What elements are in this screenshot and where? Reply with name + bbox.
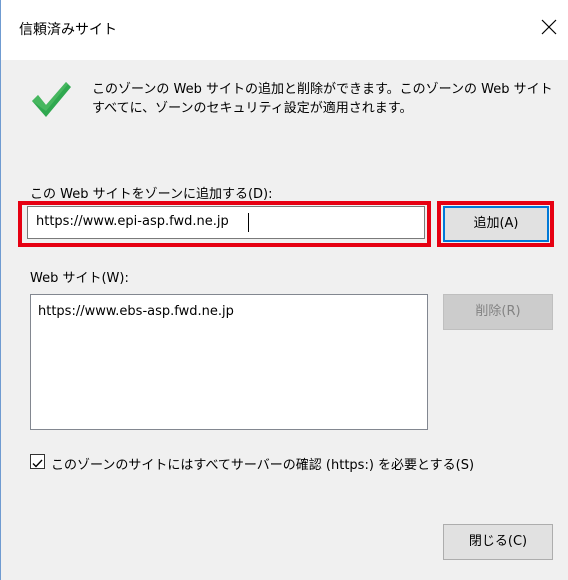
description-line-1: このゾーンの Web サイトの追加と削除ができます。このゾーンの Web サイト <box>92 82 553 97</box>
description-line-2: すべてに、ゾーンのセキュリティ設定が適用されます。 <box>92 101 413 116</box>
dialog-title: 信頼済みサイト <box>19 22 117 38</box>
websites-list[interactable]: https://www.ebs-asp.fwd.ne.jp <box>30 294 428 430</box>
checkmark-small-icon <box>32 459 43 468</box>
add-button-label: 追加(A) <box>473 216 519 231</box>
site-url-input-value: https://www.epi-asp.fwd.ne.jp <box>36 214 229 229</box>
zone-description: このゾーンの Web サイトの追加と削除ができます。このゾーンの Web サイト… <box>92 80 562 118</box>
text-caret <box>248 213 249 232</box>
window-border <box>0 0 1 580</box>
add-button[interactable]: 追加(A) <box>443 206 549 242</box>
require-https-checkbox[interactable] <box>30 454 45 469</box>
checkmark-icon <box>32 82 71 117</box>
close-button[interactable]: 閉じる(C) <box>443 524 553 560</box>
close-icon[interactable] <box>539 17 559 37</box>
remove-button[interactable]: 削除(R) <box>443 294 553 330</box>
remove-button-label: 削除(R) <box>475 304 521 319</box>
list-item[interactable]: https://www.ebs-asp.fwd.ne.jp <box>38 304 234 319</box>
require-https-label[interactable]: このゾーンのサイトにはすべてサーバーの確認 (https:) を必要とする(S) <box>51 454 474 473</box>
site-url-input[interactable]: https://www.epi-asp.fwd.ne.jp <box>27 206 425 239</box>
websites-label: Web サイト(W): <box>30 271 129 286</box>
title-bar: 信頼済みサイト <box>0 0 568 60</box>
add-site-label: この Web サイトをゾーンに追加する(D): <box>30 187 273 202</box>
close-button-label: 閉じる(C) <box>468 534 528 549</box>
